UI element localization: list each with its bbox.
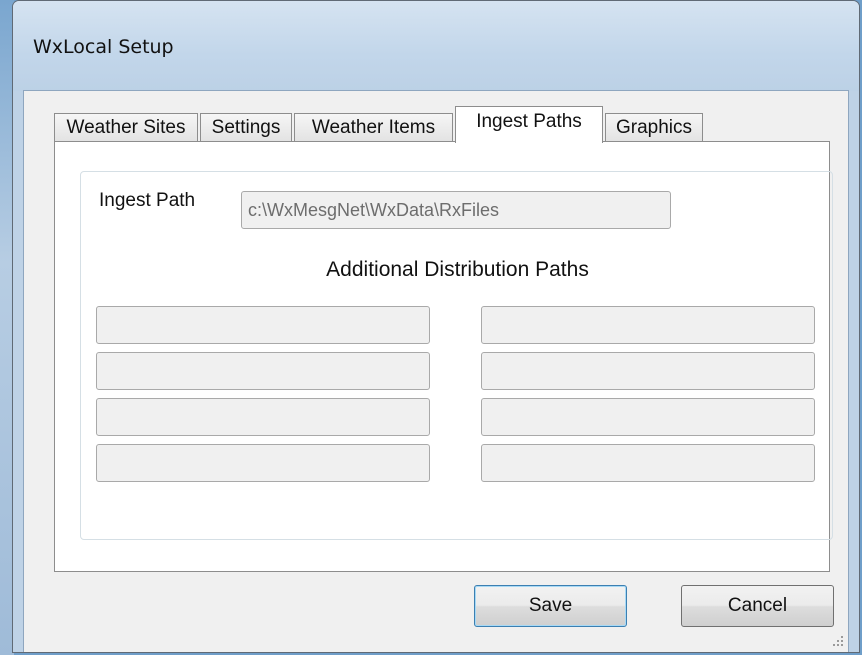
distribution-path-left-1[interactable]	[96, 306, 430, 344]
resize-grip-icon[interactable]	[832, 636, 844, 648]
distribution-path-right-3[interactable]	[481, 398, 815, 436]
distribution-path-left-3[interactable]	[96, 398, 430, 436]
distribution-path-right-2[interactable]	[481, 352, 815, 390]
tab-ingest-paths[interactable]: Ingest Paths	[455, 106, 603, 143]
dialog-client-area: Weather Sites Settings Weather Items Ing…	[23, 90, 849, 652]
distribution-path-right-4[interactable]	[481, 444, 815, 482]
distribution-path-left-2[interactable]	[96, 352, 430, 390]
window-title: WxLocal Setup	[33, 36, 174, 58]
paths-group: Ingest Path c:\WxMesgNet\WxData\RxFiles …	[80, 171, 833, 540]
save-button[interactable]: Save	[474, 585, 627, 627]
tab-weather-sites[interactable]: Weather Sites	[54, 113, 198, 141]
cancel-button[interactable]: Cancel	[681, 585, 834, 627]
title-bar[interactable]: WxLocal Setup	[13, 1, 859, 91]
setup-dialog: WxLocal Setup Weather Sites Settings Wea…	[12, 0, 860, 653]
ingest-path-field[interactable]: c:\WxMesgNet\WxData\RxFiles	[241, 191, 671, 229]
distribution-path-right-1[interactable]	[481, 306, 815, 344]
distribution-path-left-4[interactable]	[96, 444, 430, 482]
ingest-paths-panel: Ingest Path c:\WxMesgNet\WxData\RxFiles …	[54, 141, 833, 572]
ingest-path-label: Ingest Path	[99, 190, 196, 211]
tab-settings[interactable]: Settings	[200, 113, 292, 141]
tab-graphics[interactable]: Graphics	[605, 113, 703, 141]
tab-weather-items[interactable]: Weather Items	[294, 113, 453, 141]
distribution-paths-heading: Additional Distribution Paths	[326, 258, 589, 281]
